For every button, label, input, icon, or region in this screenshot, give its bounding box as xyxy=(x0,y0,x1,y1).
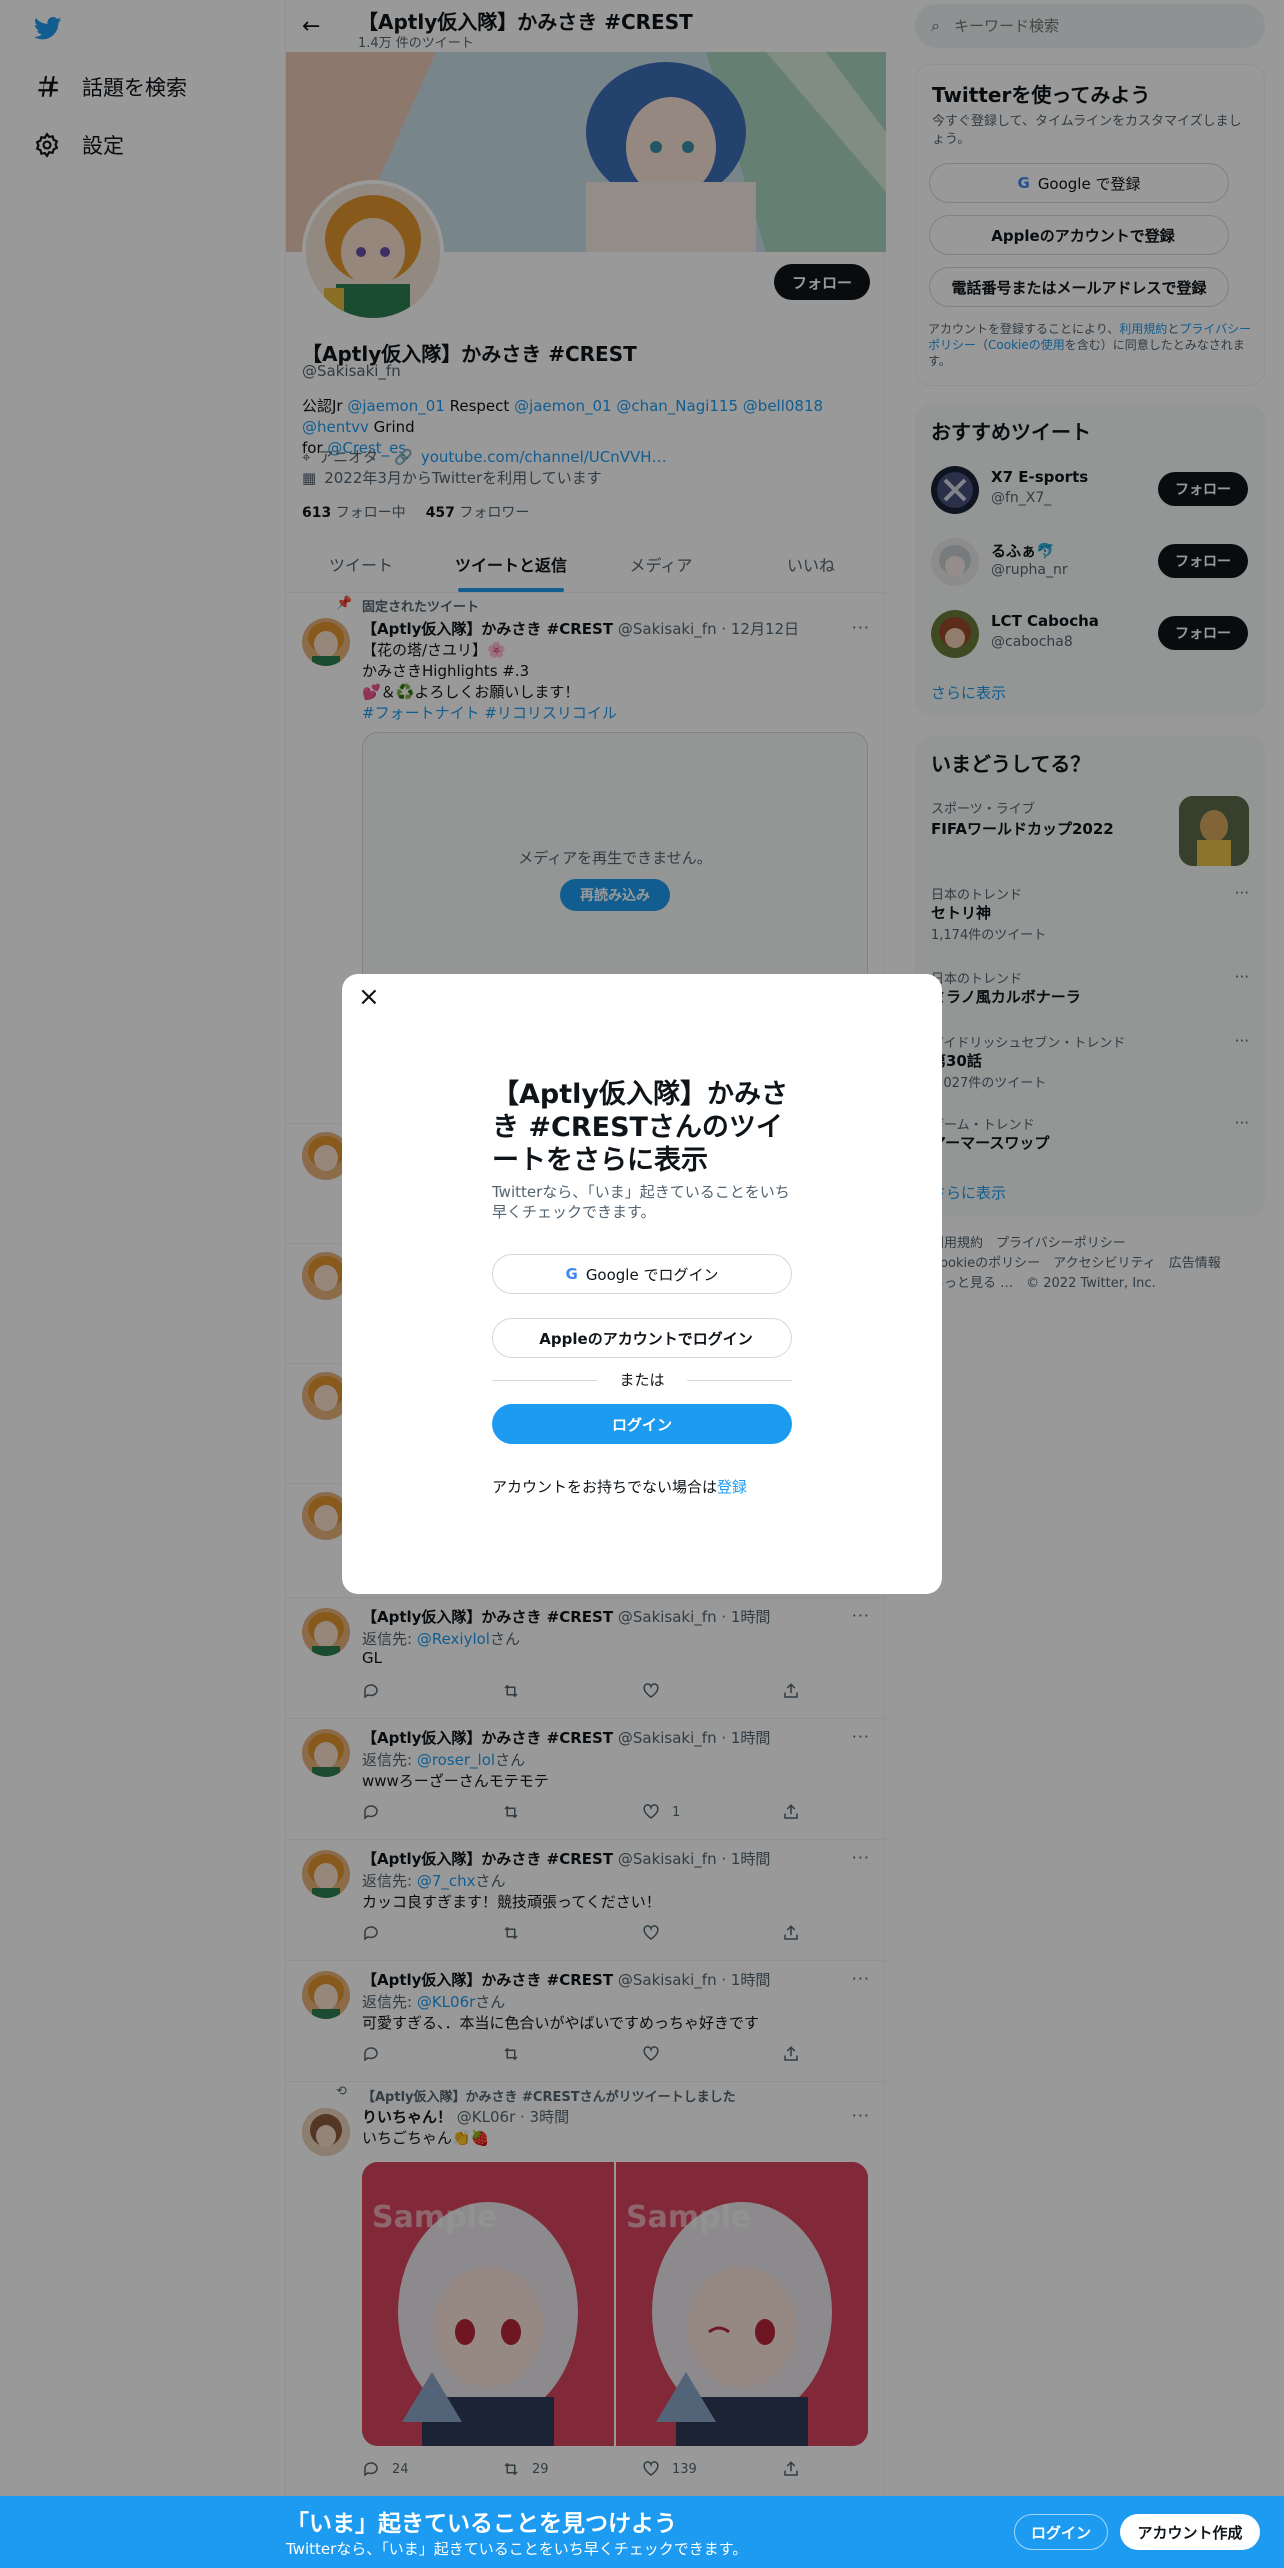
modal-subtitle: Twitterなら、「いま」起きていることをいち早くチェックできます。 xyxy=(492,1183,790,1221)
google-icon: G xyxy=(565,1265,578,1283)
bottom-signup-bar: 「いま」起きていることを見つけよう Twitterなら、「いま」起きていることを… xyxy=(0,2496,1284,2568)
bottombar-subtitle: Twitterなら、「いま」起きていることをいち早くチェックできます。 xyxy=(286,2540,748,2558)
google-login-label: Google でログイン xyxy=(585,1265,719,1284)
modal-title: 【Aptly仮入隊】かみさき #CRESTさんのツイートをさらに表示 xyxy=(492,1079,788,1176)
signup-prompt-text: アカウントをお持ちでない場合は xyxy=(492,1478,718,1496)
bottombar-login-button[interactable]: ログイン xyxy=(1014,2514,1108,2550)
login-button[interactable]: ログイン xyxy=(492,1404,792,1444)
signup-link[interactable]: 登録 xyxy=(717,1478,747,1496)
or-label: または xyxy=(597,1369,687,1390)
apple-login-button[interactable]: Appleのアカウントでログイン xyxy=(492,1318,792,1358)
bottombar-signup-button[interactable]: アカウント作成 xyxy=(1120,2514,1260,2550)
signup-prompt: アカウントをお持ちでない場合は登録 xyxy=(492,1476,747,1497)
login-modal: × 【Aptly仮入隊】かみさき #CRESTさんのツイートをさらに表示 Twi… xyxy=(342,974,942,1594)
bottombar-title: 「いま」起きていることを見つけよう xyxy=(286,2511,677,2537)
google-login-button[interactable]: G Google でログイン xyxy=(492,1254,792,1294)
apple-login-label: Appleのアカウントでログイン xyxy=(539,1329,753,1348)
close-icon[interactable]: × xyxy=(358,984,380,1010)
